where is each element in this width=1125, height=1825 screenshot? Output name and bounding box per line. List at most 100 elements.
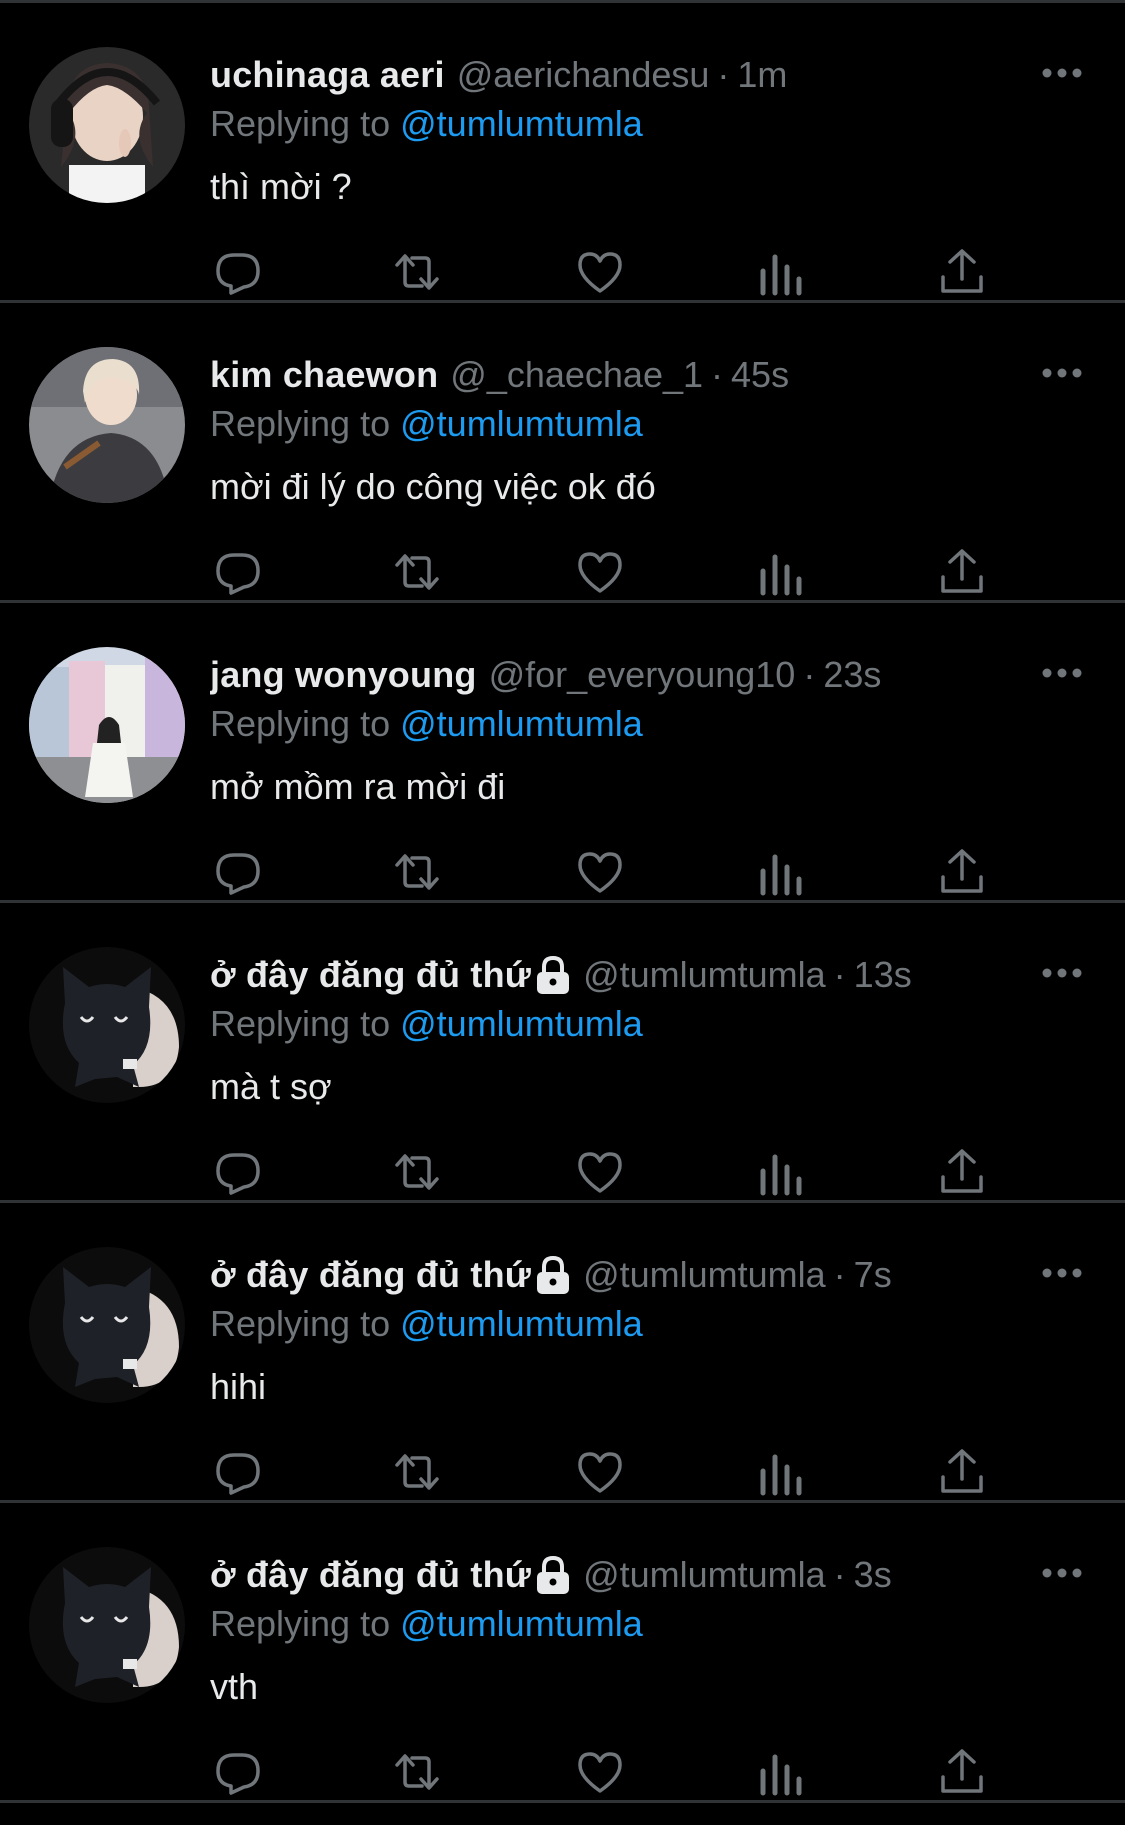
- display-name[interactable]: kim chaewon: [210, 352, 438, 398]
- tweet[interactable]: kim chaewon @_chaechae_1 · 45s Replying …: [0, 303, 1125, 603]
- black-cat-plush-icon: [29, 1547, 185, 1703]
- reply-mention-link[interactable]: @tumlumtumla: [400, 403, 643, 444]
- user-handle[interactable]: @_chaechae_1: [450, 352, 703, 398]
- retweet-button[interactable]: [392, 1147, 442, 1197]
- replying-to: Replying to @tumlumtumla: [210, 701, 643, 747]
- tweet-actions: [210, 1747, 1000, 1797]
- retweet-button[interactable]: [392, 1747, 442, 1797]
- display-name[interactable]: jang wonyoung: [210, 652, 477, 698]
- timestamp[interactable]: 45s: [731, 352, 789, 398]
- replying-to: Replying to @tumlumtumla: [210, 1601, 643, 1647]
- retweet-button[interactable]: [392, 847, 442, 897]
- user-handle[interactable]: @tumlumtumla: [583, 1252, 826, 1298]
- separator: ·: [717, 54, 730, 95]
- reply-button[interactable]: [213, 1747, 263, 1797]
- views-button[interactable]: [756, 1447, 806, 1497]
- timestamp[interactable]: 7s: [854, 1252, 892, 1298]
- avatar[interactable]: [29, 1247, 185, 1403]
- display-name[interactable]: ở đây đăng đủ thứ: [210, 952, 531, 998]
- tweet-text: mà t sợ: [210, 1066, 332, 1107]
- retweet-icon: [395, 254, 439, 290]
- separator: ·: [803, 654, 816, 695]
- share-button[interactable]: [937, 247, 987, 297]
- share-button[interactable]: [937, 847, 987, 897]
- tweet[interactable]: jang wonyoung @for_everyoung10 · 23s Rep…: [0, 603, 1125, 903]
- share-button[interactable]: [937, 547, 987, 597]
- reply-mention-link[interactable]: @tumlumtumla: [400, 103, 643, 144]
- like-button[interactable]: [575, 847, 625, 897]
- avatar-photo-icon: [29, 647, 185, 803]
- display-name[interactable]: uchinaga aeri: [210, 52, 445, 98]
- like-icon: [578, 552, 622, 593]
- avatar[interactable]: [29, 47, 185, 203]
- retweet-icon: [395, 1454, 439, 1490]
- black-cat-plush-icon: [29, 947, 185, 1103]
- tweet-text: thì mời ?: [210, 166, 352, 207]
- timestamp[interactable]: 1m: [737, 52, 787, 98]
- reply-mention-link[interactable]: @tumlumtumla: [400, 1603, 643, 1644]
- reply-icon: [216, 853, 260, 895]
- avatar[interactable]: [29, 647, 185, 803]
- more-options-icon[interactable]: [1041, 63, 1083, 83]
- views-icon: [760, 254, 802, 296]
- replying-label: Replying to: [210, 403, 391, 444]
- display-name[interactable]: ở đây đăng đủ thứ: [210, 1552, 531, 1598]
- reply-mention-link[interactable]: @tumlumtumla: [400, 1003, 643, 1044]
- share-icon: [941, 1449, 983, 1493]
- like-button[interactable]: [575, 247, 625, 297]
- avatar[interactable]: [29, 1547, 185, 1703]
- user-handle[interactable]: @aerichandesu: [457, 52, 710, 98]
- lock-icon: [537, 1555, 570, 1594]
- reply-button[interactable]: [213, 847, 263, 897]
- views-button[interactable]: [756, 247, 806, 297]
- like-button[interactable]: [575, 1747, 625, 1797]
- more-options-icon[interactable]: [1041, 963, 1083, 983]
- reply-button[interactable]: [213, 247, 263, 297]
- views-button[interactable]: [756, 1147, 806, 1197]
- views-icon: [760, 1754, 802, 1796]
- share-button[interactable]: [937, 1747, 987, 1797]
- reply-icon: [216, 253, 260, 295]
- reply-button[interactable]: [213, 1447, 263, 1497]
- views-button[interactable]: [756, 1747, 806, 1797]
- timestamp[interactable]: 3s: [854, 1552, 892, 1598]
- more-options-icon[interactable]: [1041, 663, 1083, 683]
- avatar[interactable]: [29, 947, 185, 1103]
- reply-timeline: uchinaga aeri @aerichandesu · 1m Replyin…: [0, 0, 1125, 1825]
- retweet-button[interactable]: [392, 547, 442, 597]
- like-icon: [578, 252, 622, 293]
- user-handle[interactable]: @tumlumtumla: [583, 952, 826, 998]
- avatar[interactable]: [29, 347, 185, 503]
- reply-button[interactable]: [213, 547, 263, 597]
- tweet[interactable]: uchinaga aeri @aerichandesu · 1m Replyin…: [0, 3, 1125, 303]
- tweet[interactable]: ở đây đăng đủ thứ @tumlumtumla · 3s Repl…: [0, 1503, 1125, 1803]
- reply-button[interactable]: [213, 1147, 263, 1197]
- more-options-icon[interactable]: [1041, 1263, 1083, 1283]
- share-icon: [941, 249, 983, 293]
- reply-mention-link[interactable]: @tumlumtumla: [400, 703, 643, 744]
- share-button[interactable]: [937, 1447, 987, 1497]
- timestamp[interactable]: 23s: [823, 652, 881, 698]
- views-button[interactable]: [756, 847, 806, 897]
- user-handle[interactable]: @for_everyoung10: [489, 652, 796, 698]
- like-button[interactable]: [575, 1147, 625, 1197]
- tweet-header: jang wonyoung @for_everyoung10 · 23s: [210, 652, 925, 698]
- tweet-header: ở đây đăng đủ thứ @tumlumtumla · 13s: [210, 952, 925, 998]
- share-button[interactable]: [937, 1147, 987, 1197]
- views-button[interactable]: [756, 547, 806, 597]
- more-options-icon[interactable]: [1041, 1563, 1083, 1583]
- retweet-button[interactable]: [392, 1447, 442, 1497]
- tweet[interactable]: ở đây đăng đủ thứ @tumlumtumla · 7s Repl…: [0, 1203, 1125, 1503]
- display-name[interactable]: ở đây đăng đủ thứ: [210, 1252, 531, 1298]
- tweet[interactable]: ở đây đăng đủ thứ @tumlumtumla · 13s Rep…: [0, 903, 1125, 1203]
- lock-icon: [537, 1255, 570, 1294]
- like-button[interactable]: [575, 547, 625, 597]
- timestamp[interactable]: 13s: [854, 952, 912, 998]
- more-options-icon[interactable]: [1041, 363, 1083, 383]
- like-button[interactable]: [575, 1447, 625, 1497]
- retweet-button[interactable]: [392, 247, 442, 297]
- reply-mention-link[interactable]: @tumlumtumla: [400, 1303, 643, 1344]
- tweet-text: mời đi lý do công việc ok đó: [210, 466, 656, 507]
- views-icon: [760, 1154, 802, 1196]
- user-handle[interactable]: @tumlumtumla: [583, 1552, 826, 1598]
